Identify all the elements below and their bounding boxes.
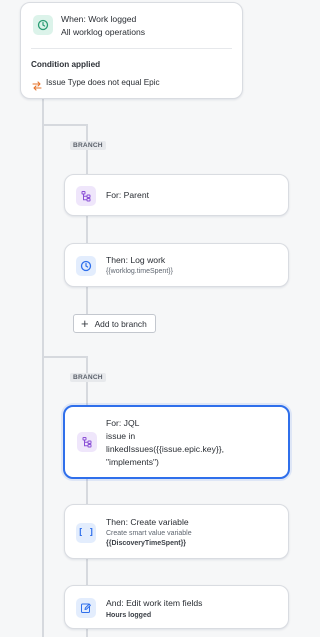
action-detail-field: Hours logged: [106, 612, 152, 619]
branch-for-label: For: JQL: [106, 418, 140, 428]
edit-fields-action-card[interactable]: And: Edit work item fields Hours logged: [64, 585, 289, 629]
jql-line-2: linkedIssues({{issue.epic.key}},: [106, 444, 224, 454]
branch-for-jql-card[interactable]: For: JQL issue in linkedIssues({{issue.e…: [63, 405, 290, 479]
create-variable-action-card[interactable]: [ ] Then: Create variable Create smart v…: [64, 504, 289, 559]
edit-pencil-icon: [76, 598, 96, 618]
action-detail-variable: {{DiscoveryTimeSpent}}: [106, 540, 187, 547]
main-trunk-line: [42, 99, 44, 637]
trigger-divider: [31, 48, 232, 49]
branch1-curve-line: [43, 124, 87, 126]
trigger-subtitle: All worklog operations: [61, 27, 146, 37]
log-work-action-card[interactable]: Then: Log work {{worklog.timeSpent}}: [64, 243, 289, 287]
action-title: Then: Create variable: [106, 517, 189, 527]
condition-text: Issue Type does not equal Epic: [46, 78, 160, 87]
jql-line-1: issue in: [106, 431, 136, 441]
swap-arrows-icon: [32, 78, 42, 96]
action-title: Then: Log work: [106, 255, 166, 265]
clock-icon: [33, 15, 53, 35]
plus-icon: +: [81, 316, 89, 331]
branch-tree-icon: [77, 432, 97, 452]
action-detail: Create smart value variable: [106, 530, 192, 537]
branch-for-parent-card[interactable]: For: Parent: [64, 174, 289, 216]
branch-tree-icon: [76, 186, 96, 206]
clock-icon: [76, 256, 96, 276]
jql-line-3: "implements"): [106, 457, 159, 467]
branch-for-label: For: Parent: [106, 190, 149, 200]
branch-badge: BRANCH: [70, 141, 106, 150]
trigger-title: When: Work logged: [61, 14, 137, 24]
action-detail: {{worklog.timeSpent}}: [106, 268, 173, 275]
action-title: And: Edit work item fields: [106, 598, 203, 608]
trigger-card[interactable]: When: Work logged All worklog operations…: [20, 2, 243, 99]
brackets-icon: [ ]: [76, 523, 96, 543]
add-to-branch-button[interactable]: + Add to branch: [73, 314, 156, 333]
branch-badge: BRANCH: [70, 373, 106, 382]
condition-heading: Condition applied: [31, 60, 101, 69]
branch2-curve-line: [43, 356, 87, 358]
add-to-branch-label: Add to branch: [94, 318, 147, 329]
